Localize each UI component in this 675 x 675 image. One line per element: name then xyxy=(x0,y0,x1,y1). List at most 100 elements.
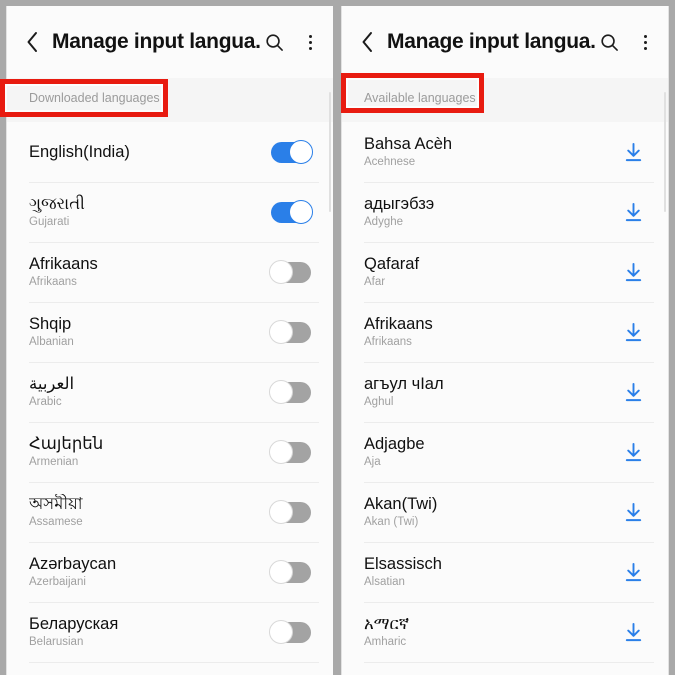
toggle-knob xyxy=(269,320,293,344)
list-item[interactable]: Հայերեն Armenian xyxy=(7,422,333,482)
language-text: Qafaraf Afar xyxy=(364,254,620,289)
list-item[interactable]: Qafaraf Afar xyxy=(342,242,668,302)
available-section-label: Available languages xyxy=(364,91,476,105)
download-icon[interactable] xyxy=(620,139,646,165)
chevron-left-icon[interactable] xyxy=(356,29,378,55)
language-native-name: Afrikaans xyxy=(364,315,433,334)
language-english-name: Akan (Twi) xyxy=(364,515,419,528)
toggle-knob xyxy=(289,140,313,164)
download-icon[interactable] xyxy=(620,259,646,285)
toggle-knob xyxy=(269,500,293,524)
list-item[interactable]: агъул чӀал Aghul xyxy=(342,362,668,422)
language-english-name: Albanian xyxy=(29,335,74,348)
language-text: Հայերեն Armenian xyxy=(29,434,271,469)
language-text: አማርኛ Amharic xyxy=(364,614,620,649)
language-text: Беларуская Belarusian xyxy=(29,614,271,649)
language-text: Adjagbe Aja xyxy=(364,434,620,469)
language-native-name: Qafaraf xyxy=(364,255,420,274)
list-item[interactable]: Akan(Twi) Akan (Twi) xyxy=(342,482,668,542)
language-toggle[interactable] xyxy=(269,560,311,584)
search-icon[interactable] xyxy=(596,29,622,55)
app-bar-left: Manage input langua... xyxy=(7,6,333,78)
language-text: العربية Arabic xyxy=(29,374,271,409)
list-item[interactable]: ગુજરાતી Gujarati xyxy=(7,182,333,242)
language-native-name: Беларуская xyxy=(29,615,119,634)
downloaded-languages-list[interactable]: English(India) ગુજરાતી Gujarati Afrikaan… xyxy=(7,122,333,675)
language-english-name: Acehnese xyxy=(364,155,416,168)
language-english-name: Amharic xyxy=(364,635,407,648)
list-item[interactable]: Afrikaans Afrikaans xyxy=(342,302,668,362)
language-text: агъул чӀал Aghul xyxy=(364,374,620,409)
language-native-name: অসমীয়া xyxy=(29,495,83,514)
download-icon[interactable] xyxy=(620,199,646,225)
toggle-knob xyxy=(269,380,293,404)
left-phone-panel: Manage input langua... Downloaded langua… xyxy=(6,6,333,675)
more-vertical-icon[interactable] xyxy=(632,29,658,55)
language-text: адыгэбзэ Adyghe xyxy=(364,194,620,229)
language-toggle[interactable] xyxy=(269,380,311,404)
downloaded-section-header: Downloaded languages xyxy=(7,78,333,122)
list-item[interactable]: Adjagbe Aja xyxy=(342,422,668,482)
download-icon[interactable] xyxy=(620,619,646,645)
search-icon[interactable] xyxy=(261,29,287,55)
language-native-name: адыгэбзэ xyxy=(364,195,435,214)
chevron-left-icon[interactable] xyxy=(21,29,43,55)
language-toggle[interactable] xyxy=(269,500,311,524)
download-icon[interactable] xyxy=(620,319,646,345)
list-item[interactable]: العربية Arabic xyxy=(7,362,333,422)
language-text: English(India) xyxy=(29,142,271,163)
list-item[interactable]: বাংলা xyxy=(7,662,333,675)
language-native-name: Adjagbe xyxy=(364,435,425,454)
language-native-name: Bahsa Acèh xyxy=(364,135,453,154)
app-bar-right: Manage input langua... xyxy=(342,6,668,78)
language-toggle[interactable] xyxy=(271,200,313,224)
list-item[interactable]: অসমীয়া Assamese xyxy=(7,482,333,542)
language-toggle[interactable] xyxy=(269,620,311,644)
download-icon[interactable] xyxy=(620,499,646,525)
scrollbar-right[interactable] xyxy=(663,92,666,212)
list-item[interactable]: Shqip Albanian xyxy=(7,302,333,362)
language-text: Bahsa Acèh Acehnese xyxy=(364,134,620,169)
list-item[interactable]: Afrikaans Afrikaans xyxy=(7,242,333,302)
list-item[interactable]: Bahsa Acèh Acehnese xyxy=(342,122,668,182)
language-english-name: Assamese xyxy=(29,515,83,528)
available-section-header: Available languages xyxy=(342,78,668,122)
screenshot-root: Manage input langua... Downloaded langua… xyxy=(0,0,675,675)
download-icon[interactable] xyxy=(620,439,646,465)
list-item[interactable]: Elsassisch Alsatian xyxy=(342,542,668,602)
language-english-name: Azerbaijani xyxy=(29,575,86,588)
page-title: Manage input langua... xyxy=(387,30,596,53)
app-bar-actions xyxy=(261,29,323,55)
list-item[interactable]: English(India) xyxy=(7,122,333,182)
language-toggle[interactable] xyxy=(269,440,311,464)
language-native-name: Shqip xyxy=(29,315,72,334)
overflow-dots xyxy=(643,34,647,50)
language-toggle[interactable] xyxy=(269,260,311,284)
download-icon[interactable] xyxy=(620,559,646,585)
language-text: Afrikaans Afrikaans xyxy=(364,314,620,349)
toggle-knob xyxy=(269,440,293,464)
language-text: অসমীয়া Assamese xyxy=(29,494,271,529)
language-text: Akan(Twi) Akan (Twi) xyxy=(364,494,620,529)
language-english-name: Afar xyxy=(364,275,386,288)
language-text: Shqip Albanian xyxy=(29,314,271,349)
toggle-knob xyxy=(269,260,293,284)
language-native-name: Azərbaycan xyxy=(29,555,117,574)
list-item[interactable]: Беларуская Belarusian xyxy=(7,602,333,662)
language-english-name: Aja xyxy=(364,455,381,468)
more-vertical-icon[interactable] xyxy=(297,29,323,55)
list-item[interactable]: አማርኛ Amharic xyxy=(342,602,668,662)
available-languages-list[interactable]: Bahsa Acèh Acehnese адыгэбзэ Adyghe Qafa… xyxy=(342,122,668,675)
language-text: ગુજરાતી Gujarati xyxy=(29,194,271,229)
page-title: Manage input langua... xyxy=(52,30,261,53)
scrollbar-left[interactable] xyxy=(328,92,331,212)
list-item[interactable]: Azərbaycan Azerbaijani xyxy=(7,542,333,602)
language-toggle[interactable] xyxy=(269,320,311,344)
language-toggle[interactable] xyxy=(271,140,313,164)
language-english-name: Armenian xyxy=(29,455,79,468)
download-icon[interactable] xyxy=(620,379,646,405)
language-english-name: Afrikaans xyxy=(29,275,77,288)
language-native-name: агъул чӀал xyxy=(364,375,444,394)
list-item[interactable]: адыгэбзэ Adyghe xyxy=(342,182,668,242)
list-item[interactable]: جزائرية xyxy=(342,662,668,675)
